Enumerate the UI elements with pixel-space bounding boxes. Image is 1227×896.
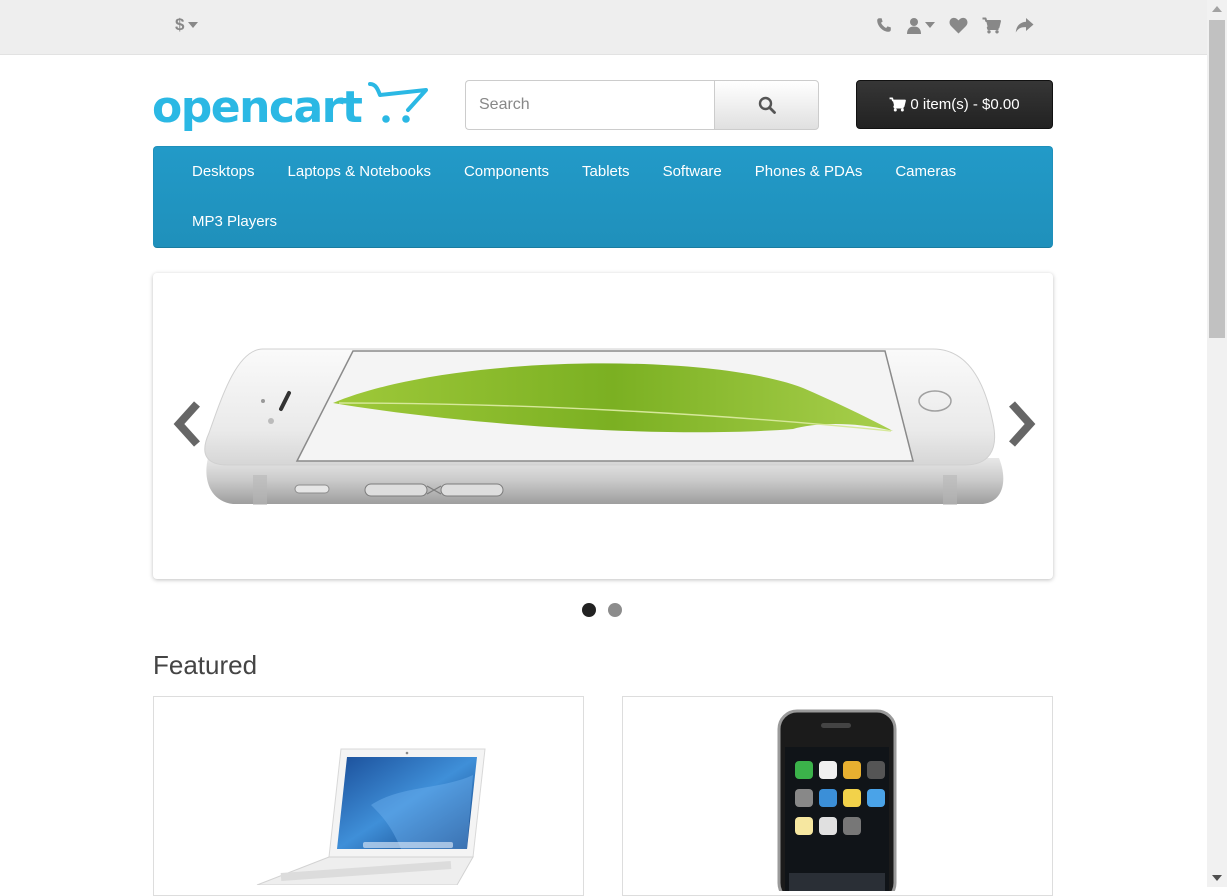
- menu-item-laptops-notebooks[interactable]: Laptops & Notebooks: [273, 147, 446, 197]
- currency-dropdown[interactable]: $: [175, 14, 199, 36]
- cart-button[interactable]: 0 item(s) - $0.00: [856, 80, 1053, 129]
- search-icon: [758, 96, 776, 114]
- logo-text: opencart: [152, 82, 363, 133]
- wishlist-link[interactable]: [949, 17, 968, 34]
- phone-link[interactable]: [876, 17, 892, 33]
- cart-icon: [889, 97, 907, 112]
- product-image-iphone[interactable]: [759, 701, 913, 891]
- menu-item-mp3-players[interactable]: MP3 Players: [177, 197, 292, 247]
- search-bar: [465, 80, 819, 130]
- slide-dot-1[interactable]: [582, 603, 596, 617]
- menu-item-components[interactable]: Components: [449, 147, 564, 197]
- user-icon: [907, 17, 921, 34]
- search-input[interactable]: [465, 80, 714, 130]
- cart-icon: [982, 17, 1001, 33]
- page-scrollbar[interactable]: [1207, 0, 1227, 887]
- scroll-up-arrow-icon[interactable]: [1212, 6, 1222, 12]
- featured-heading: Featured: [153, 650, 258, 680]
- search-button[interactable]: [714, 80, 819, 130]
- slide-next-arrow[interactable]: [1006, 400, 1038, 448]
- menu-item-phones-pdas[interactable]: Phones & PDAs: [740, 147, 878, 197]
- checkout-link[interactable]: [1015, 17, 1034, 34]
- opencart-logo[interactable]: opencart: [152, 80, 432, 136]
- slide-prev-arrow[interactable]: [171, 400, 203, 448]
- scroll-down-arrow-icon[interactable]: [1212, 875, 1222, 881]
- shopping-cart-link[interactable]: [982, 17, 1001, 34]
- top-bar: $: [0, 0, 1207, 55]
- cart-total-label: 0 item(s) - $0.00: [910, 96, 1020, 113]
- category-menu: Desktops Laptops & Notebooks Components …: [153, 146, 1053, 248]
- scrollbar-thumb[interactable]: [1209, 20, 1225, 338]
- menu-item-cameras[interactable]: Cameras: [880, 147, 971, 197]
- chevron-down-icon: [188, 22, 199, 28]
- slideshow: [153, 273, 1053, 579]
- slide-pagination: [582, 603, 622, 617]
- phone-icon: [877, 18, 891, 32]
- menu-item-software[interactable]: Software: [648, 147, 737, 197]
- menu-item-desktops[interactable]: Desktops: [177, 147, 270, 197]
- product-card: [622, 696, 1053, 896]
- currency-symbol: $: [175, 15, 185, 34]
- heart-icon: [949, 17, 968, 33]
- product-card: [153, 696, 584, 896]
- account-dropdown[interactable]: [906, 17, 935, 34]
- slide-dot-2[interactable]: [608, 603, 622, 617]
- chevron-down-icon: [925, 22, 935, 28]
- slide-image-iphone6[interactable]: [153, 273, 1053, 579]
- top-links: [876, 12, 1048, 38]
- product-image-macbook[interactable]: [251, 745, 491, 885]
- menu-item-tablets[interactable]: Tablets: [567, 147, 645, 197]
- share-icon: [1015, 17, 1034, 32]
